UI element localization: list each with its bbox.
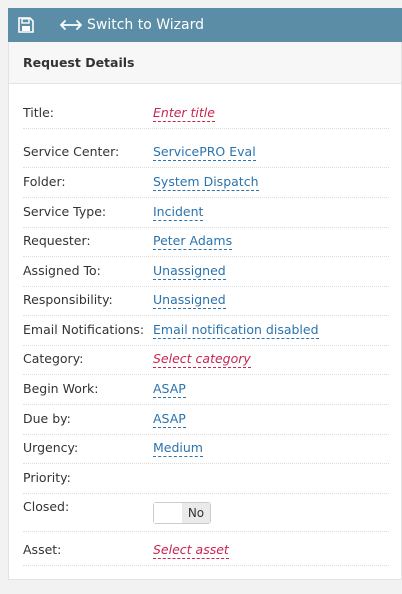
closed-label: Closed: <box>23 499 70 514</box>
folder-value[interactable]: System Dispatch <box>153 174 259 191</box>
folder-row: Folder: System Dispatch <box>23 168 389 198</box>
panel-title: Request Details <box>9 42 401 84</box>
requester-value[interactable]: Peter Adams <box>153 233 233 250</box>
assigned-to-row: Assigned To: Unassigned <box>23 257 389 287</box>
closed-row: Closed: No <box>23 493 389 532</box>
category-label: Category: <box>23 351 84 366</box>
toggle-knob <box>154 503 184 523</box>
assigned-to-label: Assigned To: <box>23 263 101 278</box>
priority-row: Priority: <box>23 464 389 494</box>
closed-toggle-label: No <box>182 503 210 523</box>
begin-work-value[interactable]: ASAP <box>153 381 186 398</box>
folder-label: Folder: <box>23 174 66 189</box>
responsibility-label: Responsibility: <box>23 292 113 307</box>
title-field[interactable]: Enter title <box>153 105 215 122</box>
requester-label: Requester: <box>23 233 91 248</box>
toolbar: Switch to Wizard <box>8 8 402 42</box>
due-by-label: Due by: <box>23 411 71 426</box>
closed-toggle[interactable]: No <box>153 502 211 524</box>
service-type-label: Service Type: <box>23 204 107 219</box>
save-icon[interactable] <box>18 17 34 33</box>
service-center-value[interactable]: ServicePRO Eval <box>153 144 256 161</box>
switch-to-wizard-button[interactable]: Switch to Wizard <box>60 8 204 42</box>
due-by-row: Due by: ASAP <box>23 405 389 435</box>
requester-row: Requester: Peter Adams <box>23 227 389 257</box>
responsibility-row: Responsibility: Unassigned <box>23 286 389 316</box>
urgency-value[interactable]: Medium <box>153 440 203 457</box>
email-notifications-row: Email Notifications: Email notification … <box>23 316 389 346</box>
email-notifications-value[interactable]: Email notification disabled <box>153 322 319 339</box>
switch-arrows-icon <box>60 20 82 30</box>
due-by-value[interactable]: ASAP <box>153 411 186 428</box>
service-center-row: Service Center: ServicePRO Eval <box>23 138 389 168</box>
urgency-row: Urgency: Medium <box>23 434 389 464</box>
title-row: Title: Enter title <box>23 99 389 129</box>
category-field[interactable]: Select category <box>153 351 251 368</box>
begin-work-label: Begin Work: <box>23 381 99 396</box>
service-type-value[interactable]: Incident <box>153 204 204 221</box>
priority-label: Priority: <box>23 470 71 485</box>
asset-field[interactable]: Select asset <box>153 542 229 559</box>
responsibility-value[interactable]: Unassigned <box>153 292 226 309</box>
urgency-label: Urgency: <box>23 440 79 455</box>
asset-label: Asset: <box>23 542 62 557</box>
category-row: Category: Select category <box>23 345 389 375</box>
service-type-row: Service Type: Incident <box>23 198 389 228</box>
service-center-label: Service Center: <box>23 144 120 159</box>
request-details-panel: Request Details Title: Enter title Servi… <box>8 42 402 580</box>
title-label: Title: <box>23 105 54 120</box>
assigned-to-value[interactable]: Unassigned <box>153 263 226 280</box>
begin-work-row: Begin Work: ASAP <box>23 375 389 405</box>
email-notifications-label: Email Notifications: <box>23 322 145 337</box>
switch-to-wizard-label: Switch to Wizard <box>87 17 204 33</box>
asset-row: Asset: Select asset <box>23 536 389 566</box>
